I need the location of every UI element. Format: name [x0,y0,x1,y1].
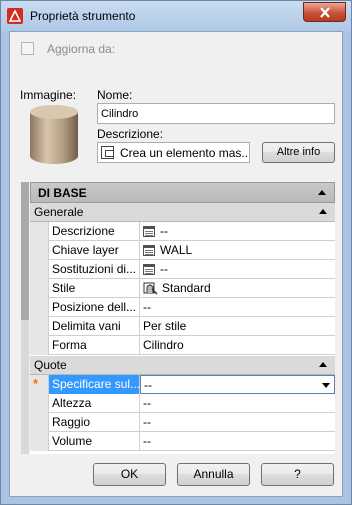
property-value[interactable]: Per stile [140,317,335,336]
property-row[interactable]: Descrizione -- [30,222,335,241]
property-row[interactable]: Stile Standard [30,279,335,298]
category-dimensions-label: Quote [34,358,67,372]
property-name: Forma [48,336,140,355]
tool-properties-dialog: Proprietà strumento Aggiorna da: Immagin… [0,0,352,505]
property-value[interactable]: -- [140,298,335,317]
required-marker-icon: * [33,376,39,391]
property-name: Stile [48,279,140,298]
image-label: Immagine: [20,88,77,102]
dropdown-arrow-icon[interactable] [322,383,330,388]
style-icon [143,282,158,295]
update-from-checkbox[interactable] [21,42,34,55]
property-name: Descrizione [48,222,140,241]
window-title: Proprietà strumento [30,9,136,23]
scrollbar-thumb[interactable] [21,182,29,320]
help-button[interactable]: ? [261,463,334,486]
table-icon [143,264,155,275]
app-logo-icon [7,8,23,24]
ok-button[interactable]: OK [93,463,166,486]
description-field[interactable]: Crea un elemento mas... [97,142,250,163]
property-value[interactable]: -- [140,432,335,451]
collapse-icon[interactable] [319,362,327,367]
name-label: Nome: [97,88,133,102]
title-bar[interactable]: Proprietà strumento [1,1,351,31]
category-general-label: Generale [34,205,84,219]
cylinder-preview-image [30,105,78,164]
property-row[interactable]: Altezza -- [30,394,335,413]
property-value[interactable]: -- [140,394,335,413]
name-input[interactable] [97,103,335,124]
property-value[interactable]: -- [140,413,335,432]
property-row[interactable]: Volume -- [30,432,335,451]
property-name: Raggio [48,413,140,432]
property-name: Volume [48,432,140,451]
table-icon [143,245,155,256]
close-button[interactable] [303,2,346,22]
property-name: Specificare sul... [48,375,140,394]
description-value: Crea un elemento mas... [120,146,247,160]
property-row[interactable]: Delimita vani Per stile [30,317,335,336]
collapse-icon[interactable] [319,209,327,214]
property-dropdown[interactable]: -- [140,375,335,394]
property-name: Posizione dell... [48,298,140,317]
property-row[interactable]: Posizione dell... -- [30,298,335,317]
property-name: Sostituzioni di... [48,260,140,279]
edit-description-icon[interactable] [101,146,114,159]
section-basic-label: DI BASE [38,186,87,200]
dialog-body: Aggiorna da: Immagine: Nome: Descrizione… [9,31,343,497]
property-name: Altezza [48,394,140,413]
property-value[interactable]: -- [140,222,335,241]
update-from-label: Aggiorna da: [47,42,116,56]
property-value[interactable]: -- [140,260,335,279]
more-info-button[interactable]: Altre info [262,142,335,163]
property-name: Delimita vani [48,317,140,336]
property-value[interactable]: Standard [140,279,335,298]
cancel-button[interactable]: Annulla [177,463,250,486]
property-row[interactable]: Raggio -- [30,413,335,432]
category-dimensions-header[interactable]: Quote [30,356,335,375]
property-value[interactable]: Cilindro [140,336,335,355]
property-value[interactable]: WALL [140,241,335,260]
description-label: Descrizione: [97,127,164,141]
property-grid: DI BASE Generale Descrizione -- Chiave l… [21,182,335,454]
category-general-header[interactable]: Generale [30,203,335,222]
property-row-selected[interactable]: * Specificare sul... -- [30,375,335,394]
grid-scrollbar[interactable] [21,182,29,454]
table-icon [143,226,155,237]
collapse-icon[interactable] [318,190,326,195]
property-row[interactable]: Forma Cilindro [30,336,335,355]
property-name: Chiave layer [48,241,140,260]
section-basic-header[interactable]: DI BASE [30,182,335,203]
property-row[interactable]: Sostituzioni di... -- [30,260,335,279]
property-row[interactable]: Chiave layer WALL [30,241,335,260]
